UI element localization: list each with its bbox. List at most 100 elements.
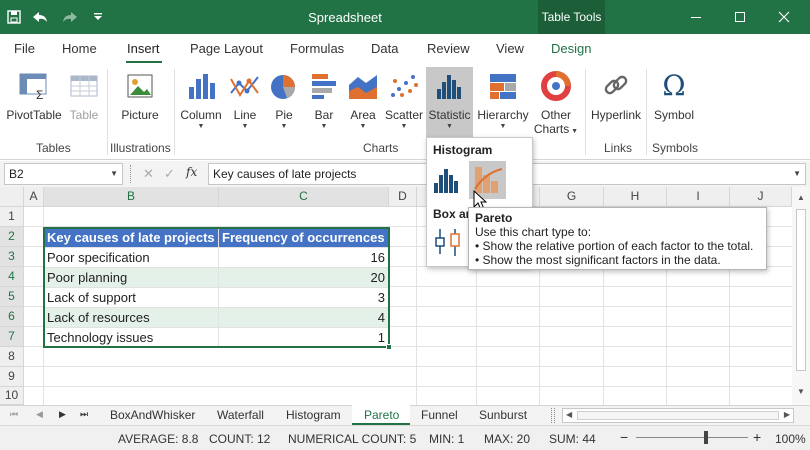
- other-label: Other: [540, 108, 571, 122]
- row-header[interactable]: 2: [0, 227, 24, 247]
- prev-sheet-icon[interactable]: ◀: [36, 409, 43, 420]
- row-header[interactable]: 10: [0, 387, 24, 405]
- row-header[interactable]: 5: [0, 287, 24, 307]
- table-cell[interactable]: Technology issues: [44, 328, 219, 348]
- zoom-out-icon[interactable]: −: [620, 429, 628, 445]
- table-cell[interactable]: Poor planning: [44, 268, 219, 288]
- table-cell[interactable]: 20: [219, 268, 389, 288]
- scroll-up-icon[interactable]: ▲: [797, 193, 805, 202]
- scrollbar-thumb[interactable]: [577, 411, 779, 420]
- row-header[interactable]: 9: [0, 367, 24, 387]
- minimize-icon[interactable]: [680, 0, 712, 34]
- chevron-down-icon[interactable]: ▼: [793, 169, 801, 178]
- pivot-table-icon: Σ: [19, 73, 47, 102]
- enter-icon[interactable]: ✓: [164, 166, 175, 182]
- column-header[interactable]: D: [389, 187, 417, 207]
- sheet-tab-active[interactable]: Pareto: [364, 408, 399, 422]
- name-box[interactable]: B2 ▼: [4, 163, 123, 185]
- tab-design[interactable]: Design: [551, 41, 591, 56]
- sheet-tab[interactable]: Funnel: [421, 408, 458, 422]
- zoom-slider-track[interactable]: [636, 437, 748, 438]
- hyperlink-button[interactable]: Hyperlink: [587, 67, 645, 143]
- tab-insert[interactable]: Insert: [127, 41, 160, 56]
- vertical-scrollbar[interactable]: ▲ ▼: [792, 187, 810, 405]
- table-cell[interactable]: 4: [219, 308, 389, 328]
- title-bar: Spreadsheet Table Tools: [0, 0, 810, 34]
- tab-home[interactable]: Home: [62, 41, 97, 56]
- symbol-button[interactable]: Ω Symbol: [650, 67, 698, 143]
- select-all-corner[interactable]: [0, 187, 24, 207]
- column-chart-button[interactable]: Column ▼: [178, 67, 224, 143]
- svg-text:Σ: Σ: [36, 88, 43, 102]
- column-header[interactable]: H: [604, 187, 667, 207]
- statistic-chart-button[interactable]: Statistic ▼: [426, 67, 473, 139]
- scroll-left-icon[interactable]: ◀: [566, 410, 572, 419]
- histogram-chart-icon[interactable]: [431, 163, 465, 197]
- charts-label: Charts: [533, 122, 570, 136]
- picture-button[interactable]: Picture: [114, 67, 166, 143]
- sheet-tab[interactable]: BoxAndWhisker: [110, 408, 195, 422]
- table-cell[interactable]: Poor specification: [44, 248, 219, 268]
- tab-view[interactable]: View: [496, 41, 524, 56]
- line-chart-button[interactable]: Line ▼: [226, 67, 264, 143]
- column-header[interactable]: G: [540, 187, 604, 207]
- table-cell[interactable]: 16: [219, 248, 389, 268]
- hierarchy-chart-button[interactable]: Hierarchy ▼: [475, 67, 531, 143]
- column-header[interactable]: J: [730, 187, 792, 207]
- other-charts-icon: [541, 71, 571, 101]
- sheet-tab[interactable]: Waterfall: [217, 408, 264, 422]
- row-header[interactable]: 4: [0, 267, 24, 287]
- tab-review[interactable]: Review: [427, 41, 470, 56]
- pivottable-button[interactable]: Σ PivotTable: [4, 67, 64, 143]
- tab-splitter[interactable]: [551, 408, 555, 423]
- tab-file[interactable]: File: [14, 41, 35, 56]
- table-cell[interactable]: Lack of resources: [44, 308, 219, 328]
- table-cell[interactable]: 3: [219, 288, 389, 308]
- table-cell[interactable]: 1: [219, 328, 389, 348]
- column-header[interactable]: C: [219, 187, 389, 207]
- bar-chart-button[interactable]: Bar ▼: [306, 67, 342, 143]
- column-header[interactable]: A: [24, 187, 44, 207]
- zoom-slider-thumb[interactable]: [703, 431, 708, 444]
- table-header-cell[interactable]: Frequency of occurrences: [219, 228, 389, 248]
- sheet-tab[interactable]: Histogram: [286, 408, 341, 422]
- table-header-cell[interactable]: Key causes of late projects: [44, 228, 219, 248]
- row-header[interactable]: 8: [0, 347, 24, 367]
- scroll-right-icon[interactable]: ▶: [784, 410, 790, 419]
- zoom-in-icon[interactable]: +: [753, 429, 761, 445]
- cancel-icon[interactable]: ✕: [143, 166, 154, 182]
- scroll-down-icon[interactable]: ▼: [797, 387, 805, 396]
- row-header[interactable]: 3: [0, 247, 24, 267]
- fill-handle[interactable]: [386, 344, 392, 350]
- close-icon[interactable]: [768, 0, 800, 34]
- row-header[interactable]: 7: [0, 327, 24, 347]
- box-whisker-chart-icon[interactable]: [431, 226, 465, 260]
- maximize-icon[interactable]: [724, 0, 756, 34]
- horizontal-scrollbar[interactable]: ◀ ▶: [562, 408, 794, 423]
- tab-data[interactable]: Data: [371, 41, 398, 56]
- sheet-tabs-bar: ⏮ ◀ ▶ ⏭ BoxAndWhisker Waterfall Histogra…: [0, 405, 810, 425]
- other-charts-button[interactable]: Other Charts ▼: [533, 67, 579, 143]
- column-header[interactable]: I: [667, 187, 730, 207]
- scatter-chart-button[interactable]: Scatter ▼: [384, 67, 424, 143]
- column-header[interactable]: B: [44, 187, 219, 207]
- pie-chart-button[interactable]: Pie ▼: [266, 67, 302, 143]
- last-sheet-icon[interactable]: ⏭: [80, 409, 88, 420]
- tab-page-layout[interactable]: Page Layout: [190, 41, 263, 56]
- row-header[interactable]: 6: [0, 307, 24, 327]
- tab-formulas[interactable]: Formulas: [290, 41, 344, 56]
- next-sheet-icon[interactable]: ▶: [59, 409, 66, 420]
- table-cell[interactable]: Lack of support: [44, 288, 219, 308]
- row-header[interactable]: 1: [0, 207, 24, 227]
- chevron-down-icon[interactable]: ▼: [110, 169, 118, 178]
- hierarchy-chart-icon: [490, 74, 516, 99]
- scrollbar-thumb[interactable]: [796, 209, 806, 371]
- area-chart-button[interactable]: Area ▼: [344, 67, 382, 143]
- first-sheet-icon[interactable]: ⏮: [10, 409, 18, 420]
- insert-function-icon[interactable]: fx: [186, 165, 197, 179]
- sheet-tab[interactable]: Sunburst: [479, 408, 527, 422]
- table-icon: [70, 75, 98, 97]
- table-button[interactable]: Table: [64, 67, 104, 143]
- zoom-level: 100%: [775, 432, 806, 446]
- area-label: Area: [350, 108, 376, 122]
